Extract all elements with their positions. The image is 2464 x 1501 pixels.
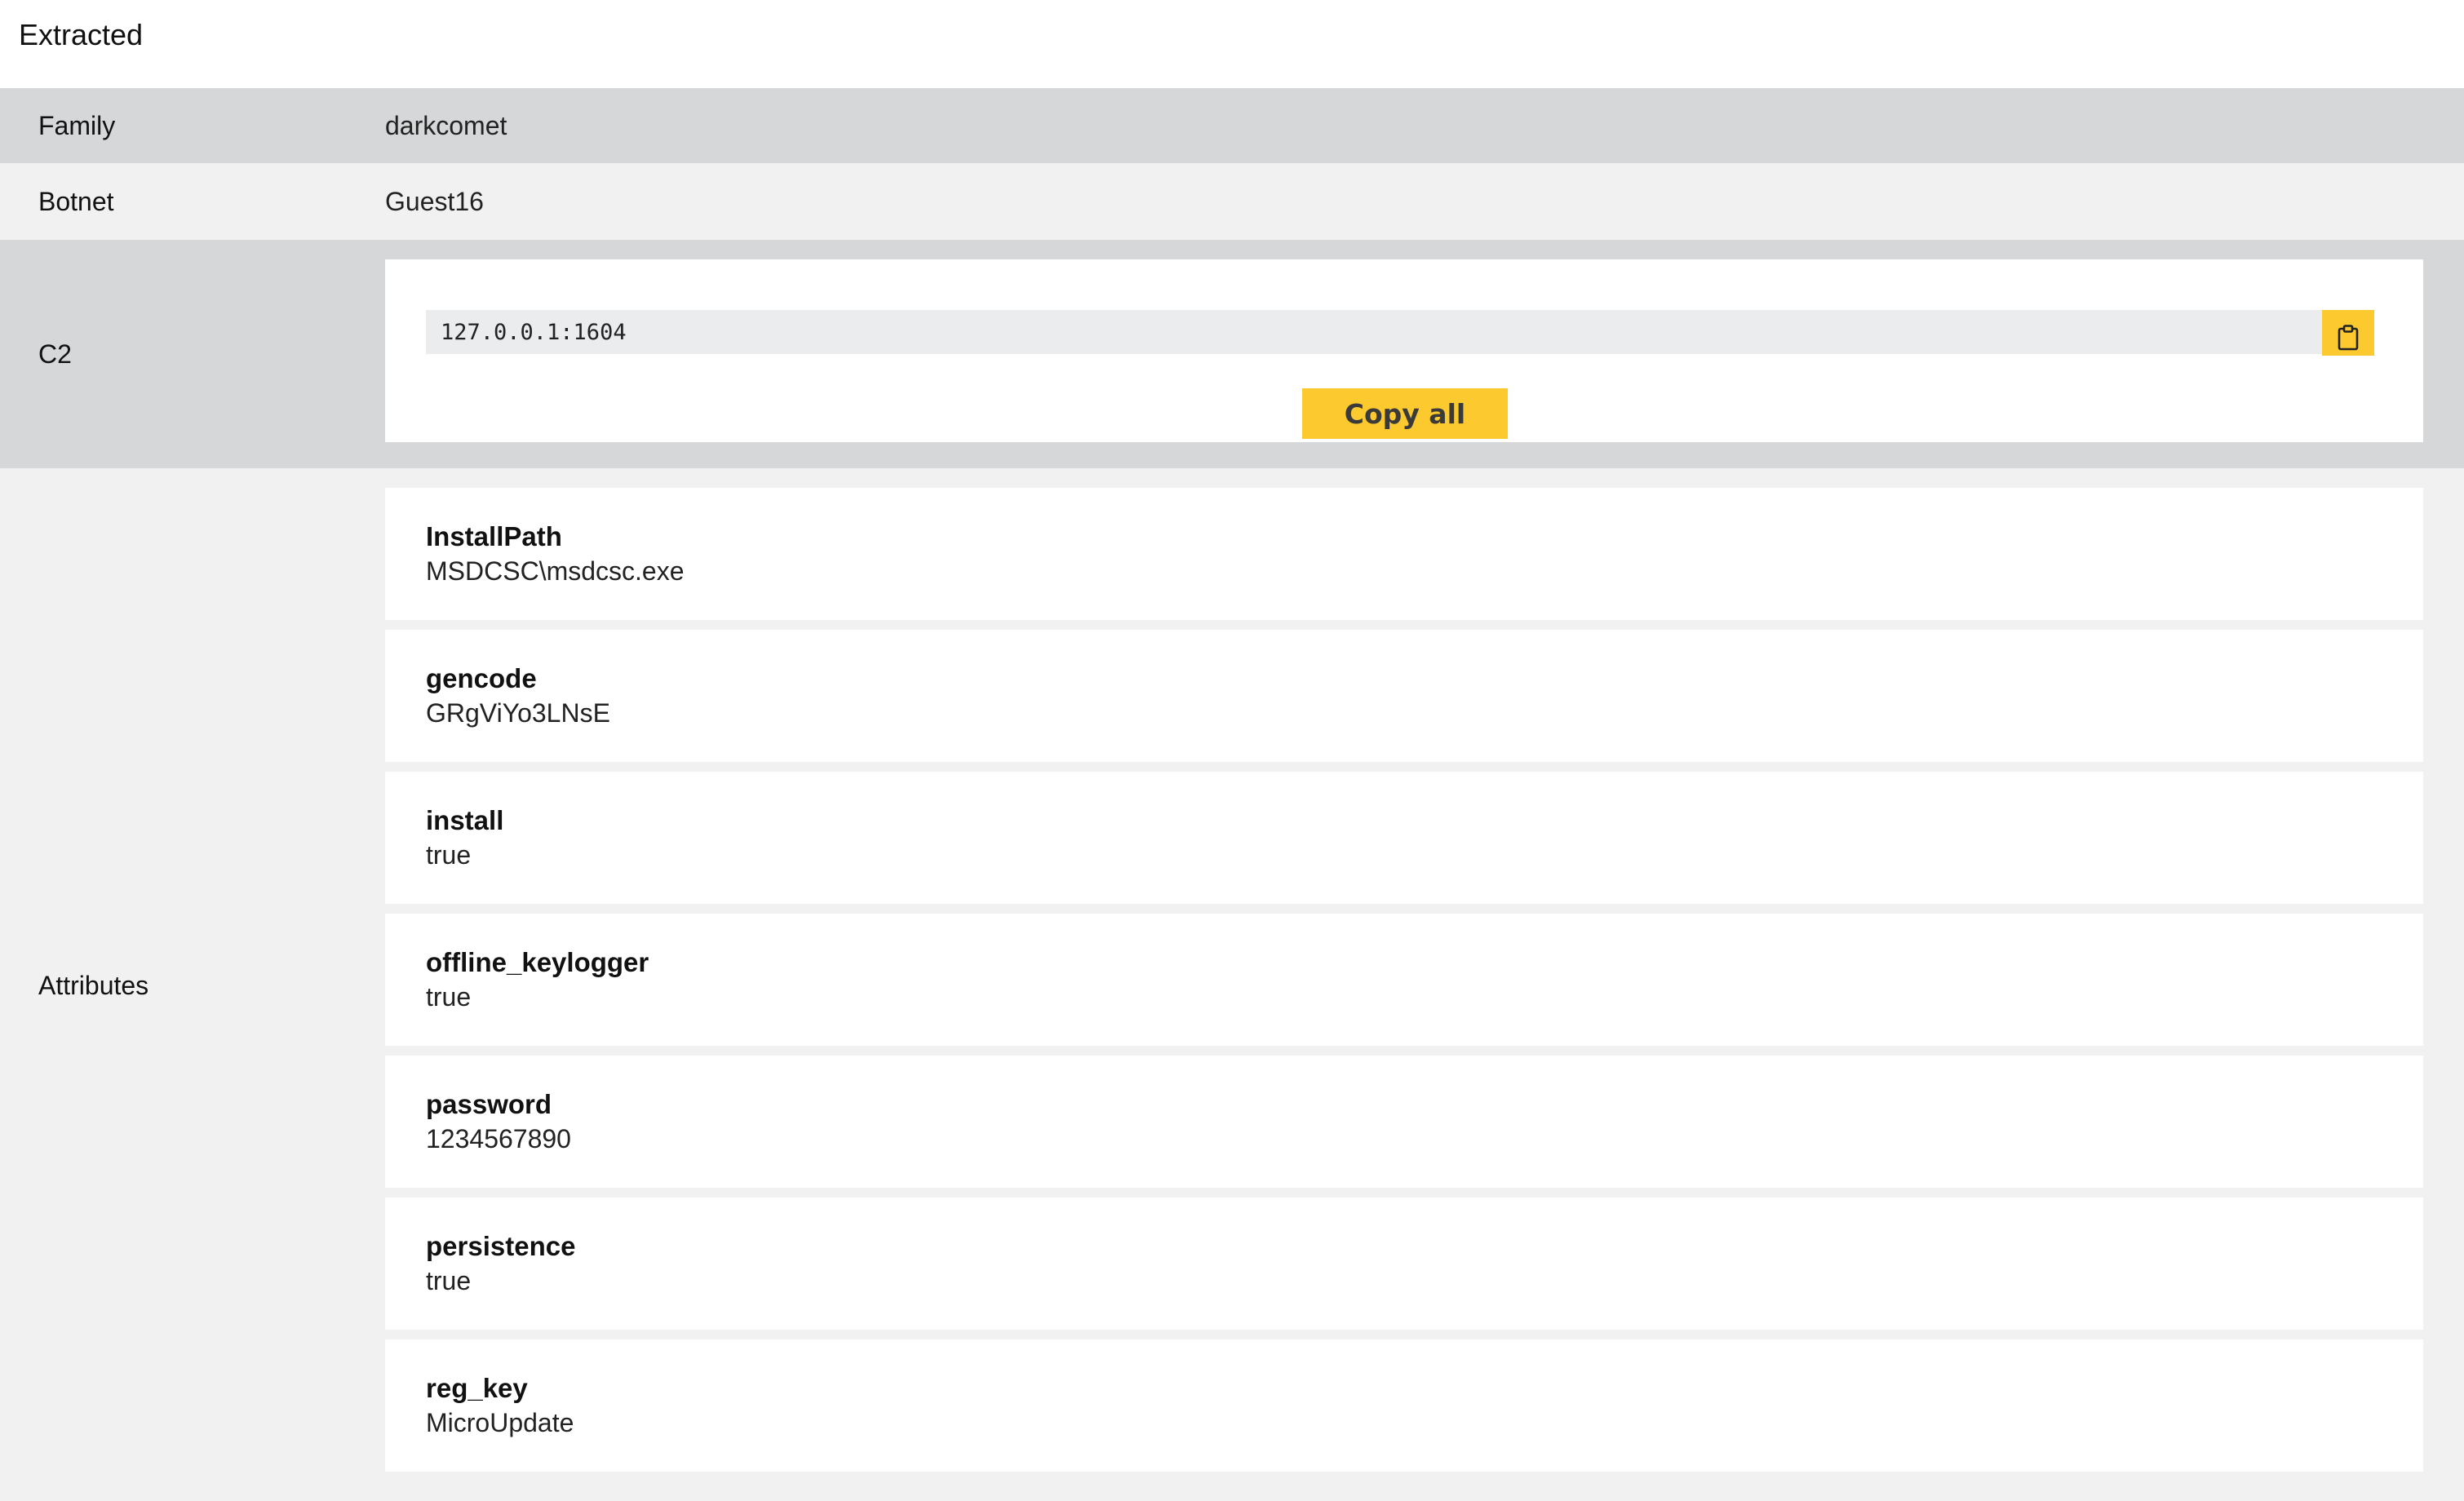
attribute-card: password 1234567890 bbox=[385, 1056, 2423, 1188]
attribute-card: persistence true bbox=[385, 1198, 2423, 1330]
attribute-card: InstallPath MSDCSC\msdcsc.exe bbox=[385, 488, 2423, 620]
attribute-value: true bbox=[426, 840, 472, 870]
section-title: Extracted bbox=[19, 18, 144, 51]
attribute-key: InstallPath bbox=[426, 521, 562, 551]
attribute-card: gencode GRgViYo3LNsE bbox=[385, 630, 2423, 762]
c2-label: C2 bbox=[38, 339, 72, 369]
c2-row: C2 Copy all bbox=[0, 240, 2464, 468]
attribute-card: install true bbox=[385, 772, 2423, 904]
copy-all-button[interactable]: Copy all bbox=[1302, 388, 1508, 439]
attribute-key: offline_keylogger bbox=[426, 947, 649, 977]
attribute-value: true bbox=[426, 1266, 472, 1295]
family-row: Family darkcomet bbox=[0, 88, 2464, 163]
attribute-card: offline_keylogger true bbox=[385, 914, 2423, 1046]
attribute-card: reg_key MicroUpdate bbox=[385, 1339, 2423, 1472]
attribute-value: 1234567890 bbox=[426, 1124, 571, 1153]
family-label: Family bbox=[38, 111, 116, 140]
botnet-row: Botnet Guest16 bbox=[0, 163, 2464, 240]
c2-address-field-wrapper bbox=[426, 310, 2332, 354]
attributes-label: Attributes bbox=[38, 971, 149, 1000]
extracted-panel: Extracted Family darkcomet Botnet Guest1… bbox=[0, 0, 2464, 1501]
botnet-label: Botnet bbox=[38, 187, 114, 216]
attribute-value: MSDCSC\msdcsc.exe bbox=[426, 556, 685, 586]
attributes-row: Attributes InstallPath MSDCSC\msdcsc.exe… bbox=[0, 468, 2464, 1501]
attribute-value: GRgViYo3LNsE bbox=[426, 698, 610, 728]
attribute-key: persistence bbox=[426, 1231, 576, 1261]
family-value: darkcomet bbox=[385, 111, 507, 140]
clipboard-icon bbox=[2338, 325, 2359, 351]
attribute-key: gencode bbox=[426, 663, 537, 693]
copy-c2-button[interactable] bbox=[2322, 310, 2374, 356]
attribute-key: reg_key bbox=[426, 1373, 528, 1403]
attribute-value: MicroUpdate bbox=[426, 1408, 574, 1437]
botnet-value: Guest16 bbox=[385, 187, 484, 216]
attribute-key: install bbox=[426, 805, 504, 835]
c2-address-field[interactable] bbox=[426, 310, 2302, 354]
attribute-key: password bbox=[426, 1089, 552, 1119]
c2-card: Copy all bbox=[385, 259, 2423, 442]
attribute-value: true bbox=[426, 982, 472, 1012]
